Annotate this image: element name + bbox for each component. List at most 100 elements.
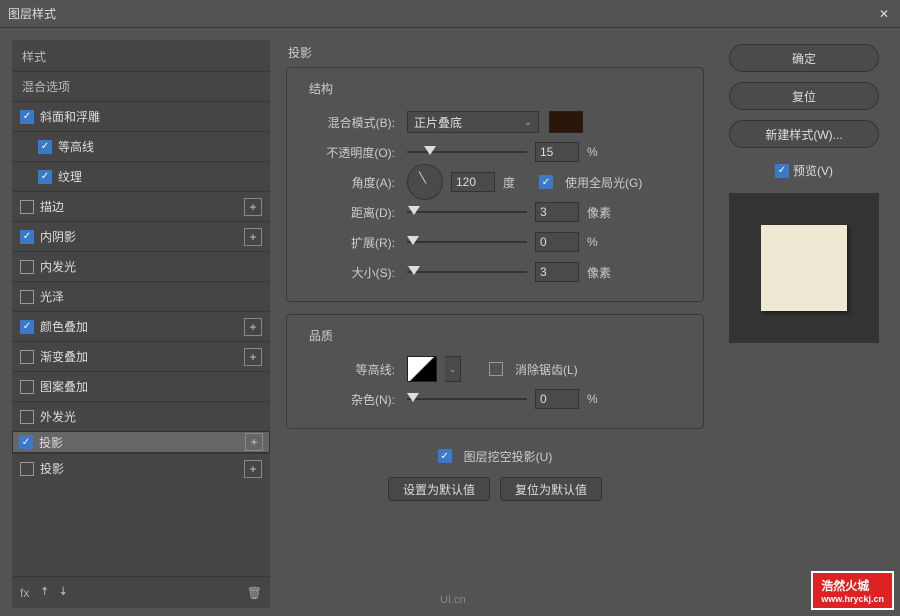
plus-icon[interactable]: + xyxy=(244,460,262,478)
style-label: 等高线 xyxy=(58,138,262,155)
new-style-button[interactable]: 新建样式(W)... xyxy=(729,120,879,148)
styles-panel: 样式 混合选项 ✓斜面和浮雕✓等高线✓纹理描边+✓内阴影+内发光光泽✓颜色叠加+… xyxy=(12,40,270,608)
style-item-0[interactable]: ✓ 斜面和浮雕 xyxy=(12,101,270,131)
style-checkbox[interactable] xyxy=(20,410,34,424)
plus-icon[interactable]: + xyxy=(245,433,263,451)
blend-mode-label: 混合模式(B): xyxy=(299,114,399,131)
spread-label: 扩展(R): xyxy=(299,234,399,251)
style-item-8[interactable]: 渐变叠加+ xyxy=(12,341,270,371)
size-label: 大小(S): xyxy=(299,264,399,281)
style-item-10[interactable]: 外发光 xyxy=(12,401,270,431)
unit-deg: 度 xyxy=(503,174,531,191)
arrow-up-icon[interactable]: 🠥 xyxy=(41,582,48,603)
noise-label: 杂色(N): xyxy=(299,391,399,408)
distance-label: 距离(D): xyxy=(299,204,399,221)
fx-icon[interactable]: fx xyxy=(20,586,29,600)
make-default-button[interactable]: 设置为默认值 xyxy=(388,477,490,501)
style-item-6[interactable]: 光泽 xyxy=(12,281,270,311)
angle-dial[interactable] xyxy=(407,164,443,200)
style-label: 投影 xyxy=(40,460,244,477)
style-checkbox[interactable]: ✓ xyxy=(20,110,34,124)
style-item-4[interactable]: ✓ 内阴影+ xyxy=(12,221,270,251)
plus-icon[interactable]: + xyxy=(244,348,262,366)
style-checkbox[interactable] xyxy=(20,200,34,214)
style-checkbox[interactable]: ✓ xyxy=(20,230,34,244)
style-checkbox[interactable] xyxy=(20,462,34,476)
style-label: 投影 xyxy=(39,434,245,451)
size-input[interactable] xyxy=(535,262,579,282)
style-checkbox[interactable] xyxy=(20,380,34,394)
style-checkbox[interactable]: ✓ xyxy=(20,320,34,334)
style-label: 斜面和浮雕 xyxy=(40,108,262,125)
style-label: 光泽 xyxy=(40,288,262,305)
style-item-2[interactable]: ✓ 纹理 xyxy=(12,161,270,191)
preview-checkbox[interactable]: ✓ xyxy=(775,164,789,178)
unit-px: 像素 xyxy=(587,264,615,281)
angle-label: 角度(A): xyxy=(299,174,399,191)
contour-label: 等高线: xyxy=(299,361,399,378)
knockout-label: 图层挖空投影(U) xyxy=(464,448,553,465)
style-label: 图案叠加 xyxy=(40,378,262,395)
plus-icon[interactable]: + xyxy=(244,198,262,216)
style-checkbox[interactable] xyxy=(20,290,34,304)
arrow-down-icon[interactable]: 🠧 xyxy=(60,582,67,603)
style-item-5[interactable]: 内发光 xyxy=(12,251,270,281)
style-label: 纹理 xyxy=(58,168,262,185)
unit-percent: % xyxy=(587,392,615,406)
structure-legend: 结构 xyxy=(305,80,337,97)
preview-box xyxy=(729,193,879,343)
style-label: 颜色叠加 xyxy=(40,318,244,335)
noise-slider[interactable] xyxy=(407,390,527,408)
ok-button[interactable]: 确定 xyxy=(729,44,879,72)
plus-icon[interactable]: + xyxy=(244,318,262,336)
shadow-color-swatch[interactable] xyxy=(549,111,583,133)
style-label: 内发光 xyxy=(40,258,262,275)
chevron-down-icon[interactable]: ⌄ xyxy=(445,356,461,382)
style-label: 渐变叠加 xyxy=(40,348,244,365)
contour-picker[interactable] xyxy=(407,356,437,382)
blend-mode-select[interactable]: 正片叠底⌄ xyxy=(407,111,539,133)
global-light-checkbox[interactable]: ✓ xyxy=(539,175,553,189)
style-checkbox[interactable]: ✓ xyxy=(38,170,52,184)
distance-input[interactable] xyxy=(535,202,579,222)
blend-options-header[interactable]: 混合选项 xyxy=(12,71,270,101)
spread-slider[interactable] xyxy=(407,233,527,251)
size-slider[interactable] xyxy=(407,263,527,281)
opacity-slider[interactable] xyxy=(407,143,527,161)
styles-header: 样式 xyxy=(12,40,270,71)
antialias-checkbox[interactable] xyxy=(489,362,503,376)
cancel-button[interactable]: 复位 xyxy=(729,82,879,110)
preview-swatch xyxy=(761,225,847,311)
reset-default-button[interactable]: 复位为默认值 xyxy=(500,477,602,501)
style-item-7[interactable]: ✓ 颜色叠加+ xyxy=(12,311,270,341)
close-icon[interactable]: ✕ xyxy=(876,7,892,21)
uicn-watermark: UI.cn xyxy=(440,594,466,606)
style-item-3[interactable]: 描边+ xyxy=(12,191,270,221)
distance-slider[interactable] xyxy=(407,203,527,221)
plus-icon[interactable]: + xyxy=(244,228,262,246)
knockout-checkbox[interactable]: ✓ xyxy=(438,449,452,463)
style-checkbox[interactable] xyxy=(20,260,34,274)
preview-label: 预览(V) xyxy=(793,162,833,179)
trash-icon[interactable]: 🗑 xyxy=(247,586,262,600)
antialias-label: 消除锯齿(L) xyxy=(515,361,578,378)
style-label: 内阴影 xyxy=(40,228,244,245)
global-light-label: 使用全局光(G) xyxy=(565,174,642,191)
chevron-down-icon: ⌄ xyxy=(524,117,532,128)
angle-input[interactable] xyxy=(451,172,495,192)
style-item-9[interactable]: 图案叠加 xyxy=(12,371,270,401)
style-item-11[interactable]: ✓ 投影+ xyxy=(12,431,270,453)
site-watermark: 浩然火城 www.hryckj.cn xyxy=(811,571,894,610)
style-checkbox[interactable] xyxy=(20,350,34,364)
noise-input[interactable] xyxy=(535,389,579,409)
quality-legend: 品质 xyxy=(305,327,337,344)
style-checkbox[interactable]: ✓ xyxy=(19,435,33,449)
style-item-12[interactable]: 投影+ xyxy=(12,453,270,483)
spread-input[interactable] xyxy=(535,232,579,252)
style-label: 描边 xyxy=(40,198,244,215)
style-item-1[interactable]: ✓ 等高线 xyxy=(12,131,270,161)
style-label: 外发光 xyxy=(40,408,262,425)
section-title: 投影 xyxy=(286,40,704,67)
style-checkbox[interactable]: ✓ xyxy=(38,140,52,154)
opacity-input[interactable] xyxy=(535,142,579,162)
